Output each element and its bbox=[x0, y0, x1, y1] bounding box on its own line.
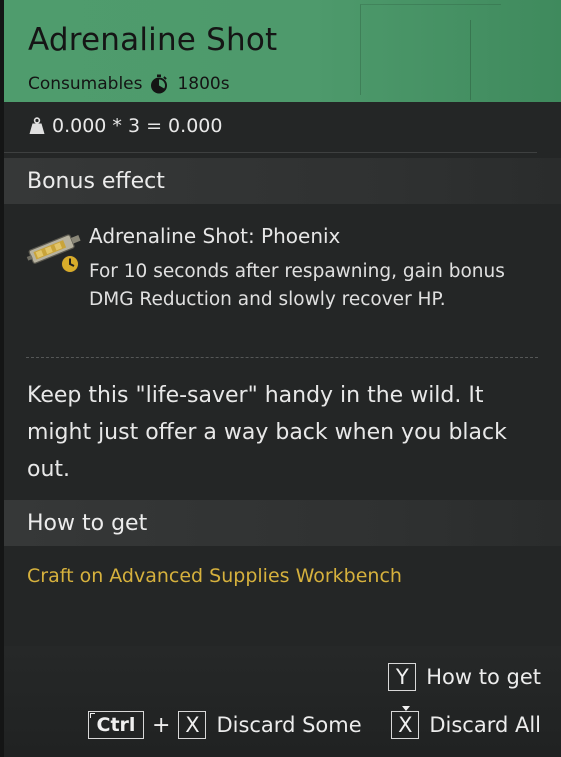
weight-icon bbox=[29, 117, 45, 134]
key-y: Y bbox=[388, 663, 417, 691]
key-x-hold: X bbox=[391, 706, 420, 739]
item-header: Adrenaline Shot Consumables 1800s bbox=[4, 0, 561, 102]
how-to-get-button[interactable]: Y How to get bbox=[388, 663, 541, 691]
stopwatch-icon bbox=[151, 74, 168, 94]
key-x: X bbox=[178, 711, 207, 739]
syringe-icon bbox=[26, 234, 81, 273]
section-heading-label: How to get bbox=[27, 511, 148, 536]
divider bbox=[4, 152, 537, 153]
header-decoration bbox=[470, 20, 561, 100]
hint-label: Discard Some bbox=[216, 713, 362, 737]
item-weight: 0.000 * 3 = 0.000 bbox=[28, 115, 222, 137]
discard-some-button[interactable]: Ctrl + X Discard Some bbox=[88, 711, 362, 739]
item-duration: 1800s bbox=[177, 74, 230, 94]
item-subtitle: Consumables 1800s bbox=[28, 74, 230, 94]
flavor-text: Keep this "life-saver" handy in the wild… bbox=[27, 383, 507, 482]
bonus-effect-description: For 10 seconds after respawning, gain bo… bbox=[89, 261, 505, 310]
section-heading-label: Bonus effect bbox=[27, 169, 165, 194]
how-to-get-heading: How to get bbox=[4, 500, 561, 546]
hint-label: Discard All bbox=[429, 713, 541, 737]
key-ctrl: Ctrl bbox=[88, 711, 144, 739]
dashed-divider bbox=[26, 357, 538, 358]
discard-all-button[interactable]: X Discard All bbox=[391, 706, 541, 739]
bonus-effect-title: Adrenaline Shot: Phoenix bbox=[89, 224, 341, 248]
item-tooltip-panel: Adrenaline Shot Consumables 1800s 0.000 … bbox=[4, 0, 561, 757]
plus-sign: + bbox=[152, 712, 171, 738]
weight-formula: 0.000 * 3 = 0.000 bbox=[52, 115, 223, 137]
source-link[interactable]: Craft on Advanced Supplies Workbench bbox=[27, 565, 402, 587]
bonus-effect-heading: Bonus effect bbox=[4, 158, 561, 204]
item-title: Adrenaline Shot bbox=[28, 22, 278, 58]
item-category: Consumables bbox=[28, 74, 143, 94]
hint-label: How to get bbox=[426, 665, 541, 689]
